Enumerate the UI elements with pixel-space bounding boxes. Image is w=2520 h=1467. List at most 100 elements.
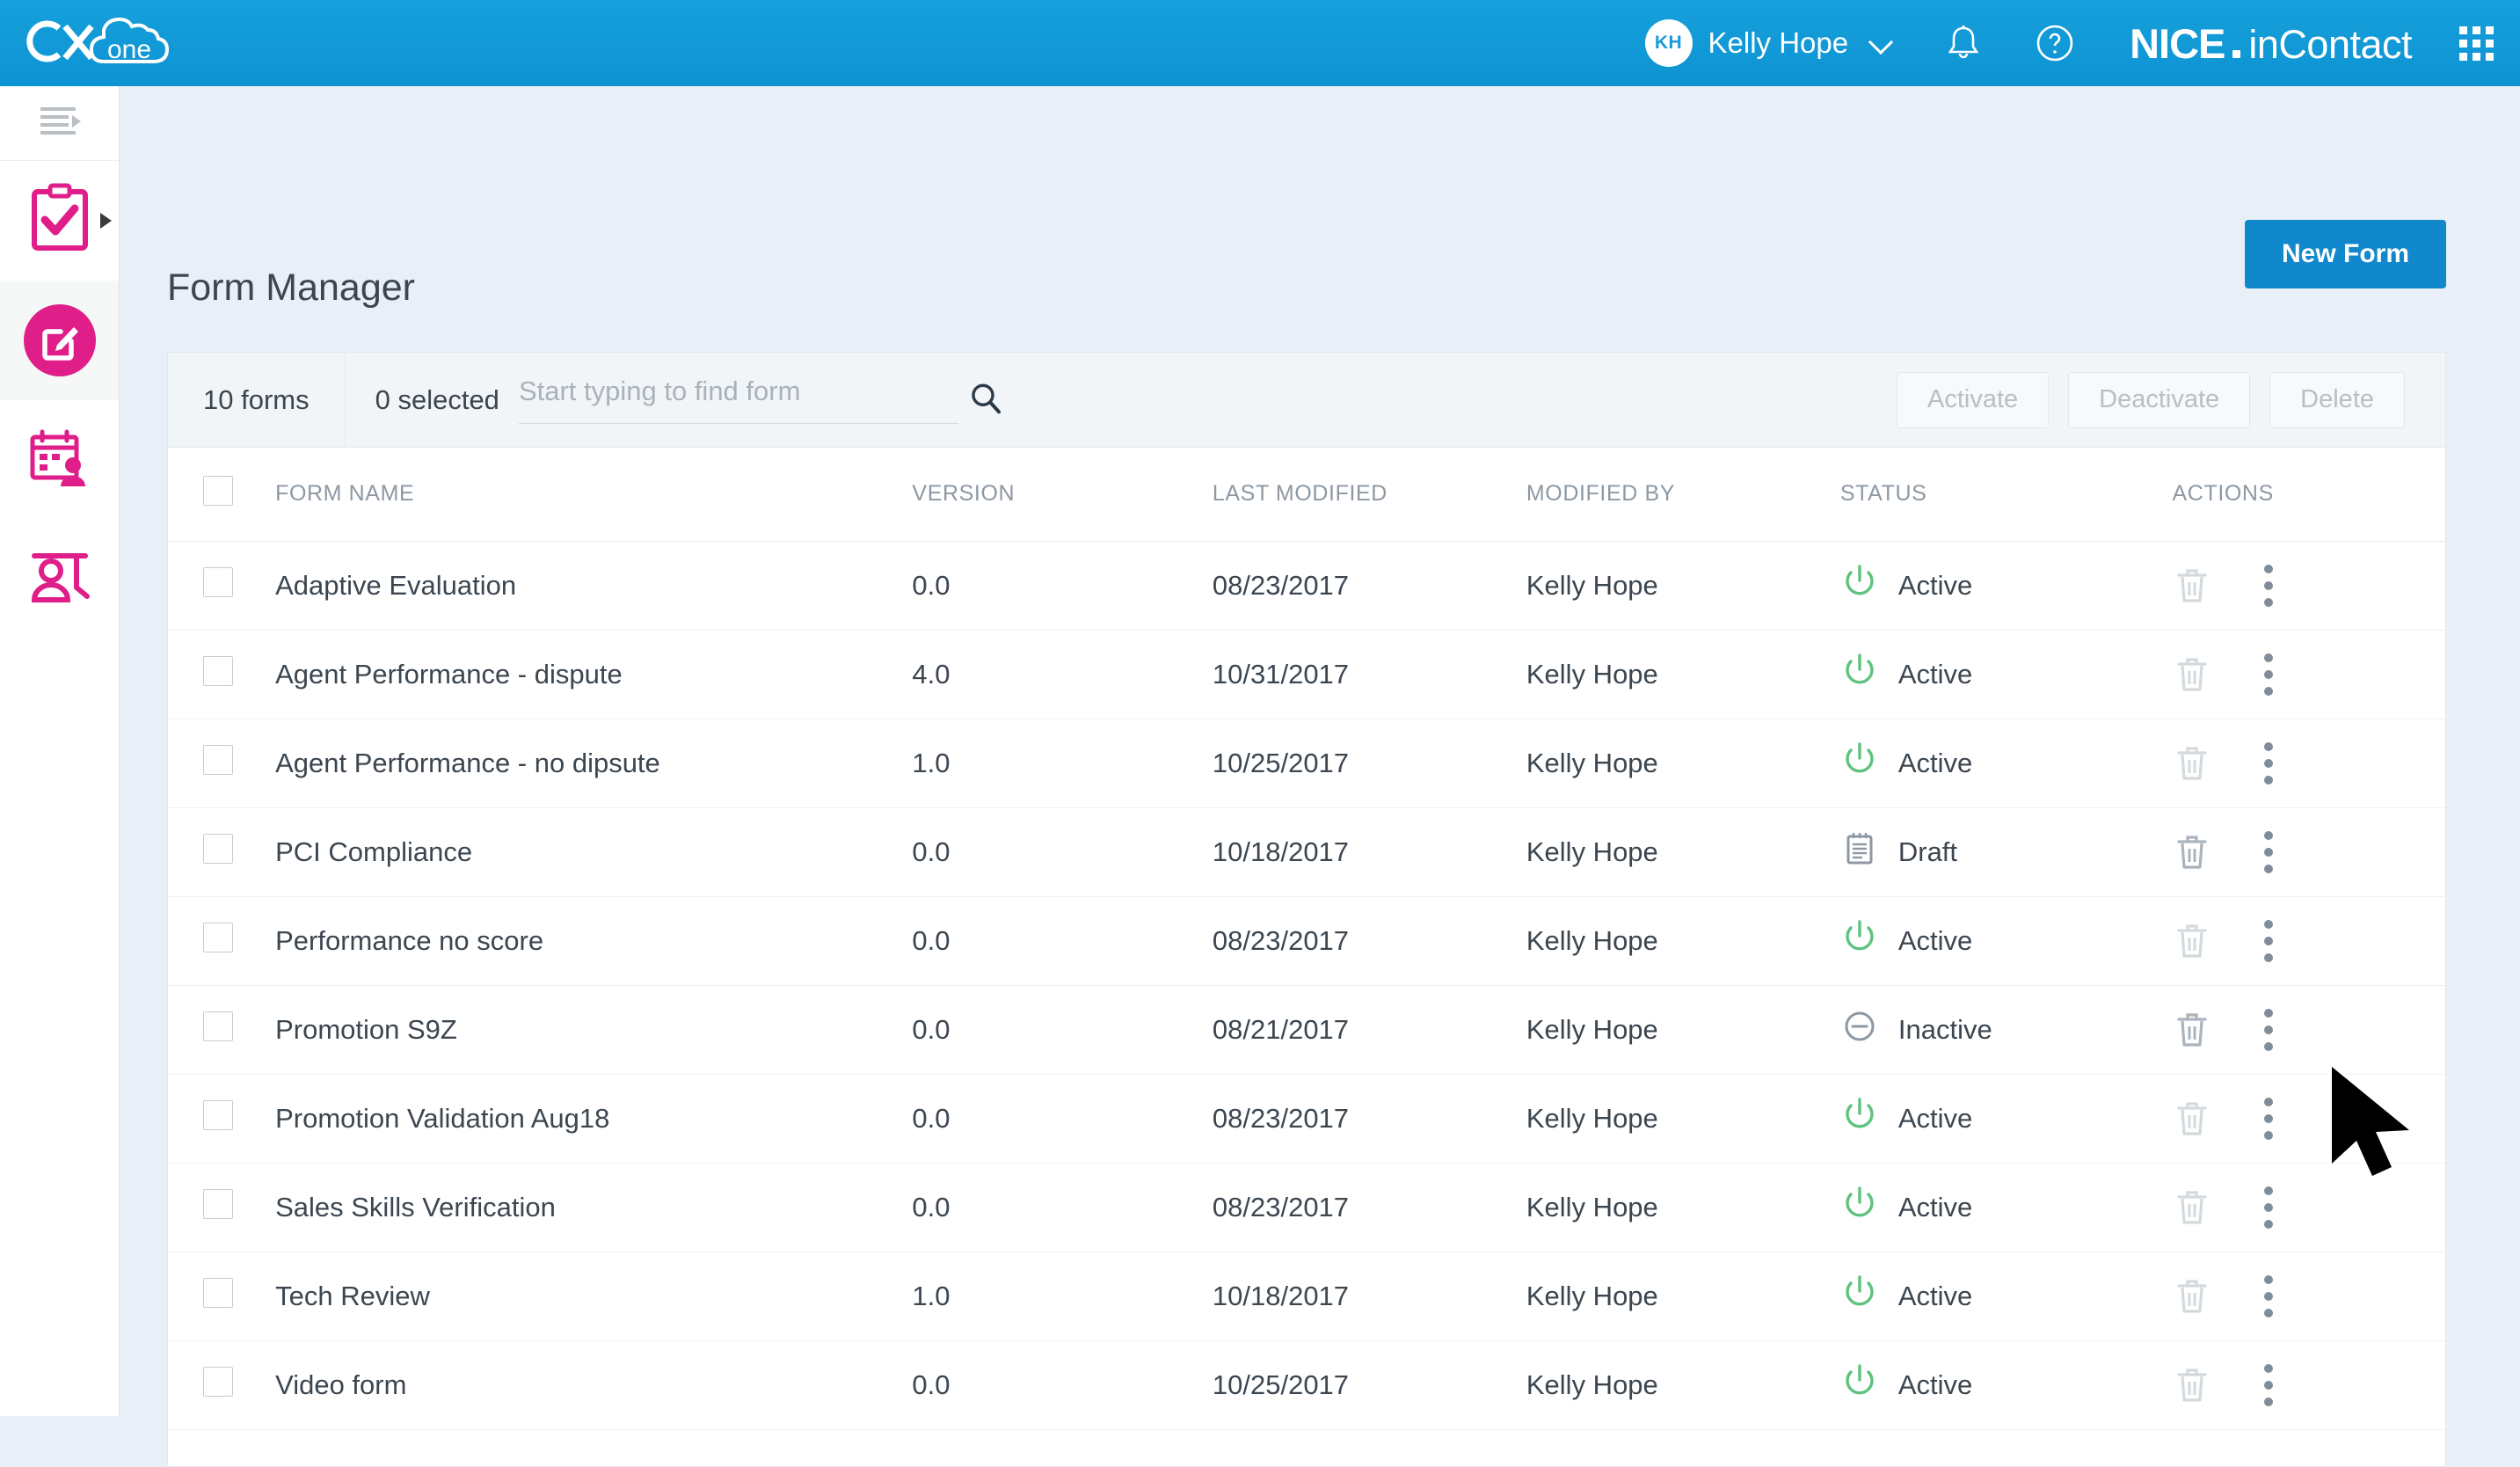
cell-version: 0.0 <box>912 807 1212 896</box>
cell-actions <box>2173 985 2445 1074</box>
search-field-wrapper <box>519 353 1016 448</box>
row-checkbox[interactable] <box>203 567 233 597</box>
deactivate-button[interactable]: Deactivate <box>2068 372 2250 428</box>
avatar[interactable]: KH <box>1645 19 1693 67</box>
cell-form-name[interactable]: Performance no score <box>275 896 912 985</box>
app-grid-icon[interactable] <box>2459 26 2494 61</box>
delete-row-icon[interactable] <box>2173 654 2211 695</box>
table-row[interactable]: Promotion Validation Aug180.008/23/2017K… <box>168 1074 2445 1163</box>
sidebar-item-evaluations[interactable] <box>0 161 119 281</box>
cell-status: Inactive <box>1840 985 2173 1074</box>
delete-row-icon[interactable] <box>2173 1187 2211 1228</box>
cell-form-name[interactable]: Promotion S9Z <box>275 985 912 1074</box>
delete-row-icon[interactable] <box>2173 1098 2211 1139</box>
status-badge: Active <box>1898 1369 1972 1401</box>
row-more-menu-icon[interactable] <box>2261 1183 2276 1232</box>
new-form-button[interactable]: New Form <box>2245 220 2446 288</box>
cell-form-name[interactable]: Sales Skills Verification <box>275 1163 912 1252</box>
row-checkbox[interactable] <box>203 1189 233 1219</box>
row-checkbox[interactable] <box>203 834 233 864</box>
delete-button[interactable]: Delete <box>2269 372 2405 428</box>
coaching-presentation-icon <box>27 549 92 611</box>
cell-modified-by: Kelly Hope <box>1526 1340 1840 1429</box>
cell-form-name[interactable]: Tech Review <box>275 1252 912 1340</box>
cell-form-name[interactable]: Agent Performance - dispute <box>275 630 912 719</box>
cell-last-modified: 10/18/2017 <box>1213 1252 1526 1340</box>
delete-row-icon[interactable] <box>2173 1010 2211 1050</box>
forms-card: 10 forms 0 selected Activate Deactivate … <box>167 352 2446 1467</box>
row-more-menu-icon[interactable] <box>2261 561 2276 610</box>
sidebar-flyout-arrow-icon[interactable] <box>100 213 112 229</box>
row-more-menu-icon[interactable] <box>2261 739 2276 788</box>
row-checkbox[interactable] <box>203 1278 233 1308</box>
table-row[interactable]: Performance no score0.008/23/2017Kelly H… <box>168 896 2445 985</box>
cell-modified-by: Kelly Hope <box>1526 985 1840 1074</box>
status-active-icon <box>1840 1096 1879 1142</box>
column-header-form-name[interactable]: FORM NAME <box>275 448 912 541</box>
row-checkbox[interactable] <box>203 656 233 686</box>
delete-row-icon[interactable] <box>2173 743 2211 784</box>
delete-row-icon[interactable] <box>2173 832 2211 872</box>
cxone-cloud-logo[interactable]: one <box>23 12 208 74</box>
delete-row-icon[interactable] <box>2173 566 2211 606</box>
sidebar-item-form-manager[interactable] <box>0 281 119 400</box>
table-row[interactable]: PCI Compliance0.010/18/2017Kelly HopeDra… <box>168 807 2445 896</box>
table-row[interactable]: Agent Performance - no dipsute1.010/25/2… <box>168 719 2445 807</box>
delete-row-icon[interactable] <box>2173 1365 2211 1405</box>
row-more-menu-icon[interactable] <box>2261 1272 2276 1321</box>
cell-modified-by: Kelly Hope <box>1526 807 1840 896</box>
row-more-menu-icon[interactable] <box>2261 1094 2276 1143</box>
help-circle-icon[interactable] <box>2035 23 2075 63</box>
column-header-last-modified[interactable]: LAST MODIFIED <box>1213 448 1526 541</box>
table-row[interactable]: Video form0.010/25/2017Kelly HopeActive <box>168 1340 2445 1429</box>
row-more-menu-icon[interactable] <box>2261 916 2276 966</box>
sidebar-item-coaching[interactable] <box>0 520 119 639</box>
column-header-status[interactable]: STATUS <box>1840 448 2173 541</box>
table-row[interactable]: Adaptive Evaluation0.008/23/2017Kelly Ho… <box>168 541 2445 630</box>
column-header-version[interactable]: VERSION <box>912 448 1212 541</box>
table-header-row: FORM NAME VERSION LAST MODIFIED MODIFIED… <box>168 448 2445 541</box>
table-row[interactable]: Agent Performance - dispute4.010/31/2017… <box>168 630 2445 719</box>
row-checkbox[interactable] <box>203 923 233 952</box>
activate-button[interactable]: Activate <box>1897 372 2049 428</box>
cell-version: 0.0 <box>912 1163 1212 1252</box>
row-checkbox[interactable] <box>203 1011 233 1041</box>
delete-row-icon[interactable] <box>2173 1276 2211 1317</box>
column-header-modified-by[interactable]: MODIFIED BY <box>1526 448 1840 541</box>
chevron-down-icon[interactable] <box>1869 32 1892 55</box>
row-more-menu-icon[interactable] <box>2261 1005 2276 1055</box>
status-active-icon <box>1840 652 1879 697</box>
table-row[interactable]: Promotion S9Z0.008/21/2017Kelly HopeInac… <box>168 985 2445 1074</box>
cell-form-name[interactable]: PCI Compliance <box>275 807 912 896</box>
cell-form-name[interactable]: Adaptive Evaluation <box>275 541 912 630</box>
cell-status: Active <box>1840 896 2173 985</box>
cell-form-name[interactable]: Promotion Validation Aug18 <box>275 1074 912 1163</box>
cell-form-name[interactable]: Agent Performance - no dipsute <box>275 719 912 807</box>
table-row[interactable]: Sales Skills Verification0.008/23/2017Ke… <box>168 1163 2445 1252</box>
cell-last-modified: 08/21/2017 <box>1213 985 1526 1074</box>
row-select-cell <box>168 719 275 807</box>
cell-actions <box>2173 1252 2445 1340</box>
cell-status: Active <box>1840 630 2173 719</box>
row-checkbox[interactable] <box>203 1367 233 1397</box>
search-icon[interactable] <box>966 379 1005 418</box>
table-row[interactable]: Tech Review1.010/18/2017Kelly HopeActive <box>168 1252 2445 1340</box>
row-checkbox[interactable] <box>203 1100 233 1130</box>
cell-status: Active <box>1840 1163 2173 1252</box>
row-more-menu-icon[interactable] <box>2261 828 2276 877</box>
select-all-checkbox[interactable] <box>203 476 233 506</box>
cell-modified-by: Kelly Hope <box>1526 1074 1840 1163</box>
cell-form-name[interactable]: Video form <box>275 1340 912 1429</box>
notification-bell-icon[interactable] <box>1943 23 1984 63</box>
cell-last-modified: 10/31/2017 <box>1213 630 1526 719</box>
row-more-menu-icon[interactable] <box>2261 1361 2276 1410</box>
row-select-cell <box>168 541 275 630</box>
cell-last-modified: 10/25/2017 <box>1213 1340 1526 1429</box>
row-checkbox[interactable] <box>203 745 233 775</box>
search-input[interactable] <box>519 376 958 424</box>
user-name-label[interactable]: Kelly Hope <box>1708 26 1849 60</box>
row-more-menu-icon[interactable] <box>2261 650 2276 699</box>
sidebar-toggle-button[interactable] <box>0 86 119 161</box>
sidebar-item-scheduling[interactable] <box>0 400 119 520</box>
delete-row-icon[interactable] <box>2173 921 2211 961</box>
